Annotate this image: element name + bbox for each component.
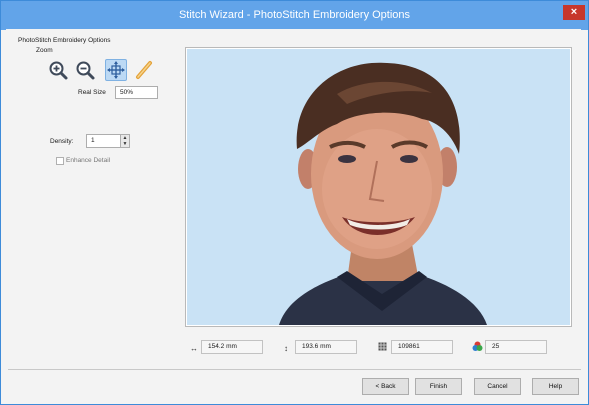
help-button[interactable]: Help [532, 378, 579, 395]
left-eye [338, 155, 356, 163]
right-eye [400, 155, 418, 163]
zoom-in-icon [49, 61, 68, 80]
density-value: 1 [91, 137, 95, 144]
zoom-out-icon [76, 61, 95, 80]
spin-down-icon[interactable]: ▼ [121, 141, 129, 147]
measure-icon [136, 61, 152, 79]
finish-button[interactable]: Finish [415, 378, 462, 395]
zoom-out-button[interactable] [74, 59, 96, 81]
width-icon: ↔ [190, 344, 198, 353]
portrait-embroidery-image [279, 62, 487, 325]
fit-to-window-icon [107, 61, 125, 79]
measure-button[interactable] [133, 59, 155, 81]
density-stepper[interactable]: 1 ▲ ▼ [86, 134, 130, 148]
enhance-detail-checkbox[interactable] [56, 157, 64, 165]
options-section-label: PhotoStitch Embroidery Options [18, 37, 111, 44]
enhance-detail-label: Enhance Detail [66, 157, 111, 164]
footer-separator [8, 369, 581, 370]
real-size-field[interactable]: 50% [115, 86, 158, 99]
cancel-button[interactable]: Cancel [474, 378, 521, 395]
density-label: Density: [50, 138, 74, 145]
stitch-count-field: 109861 [391, 340, 453, 354]
real-size-label: Real Size [78, 89, 106, 96]
zoom-in-button[interactable] [47, 59, 69, 81]
color-count-icon [472, 341, 483, 354]
embroidery-preview[interactable] [187, 49, 570, 325]
height-field: 193.6 mm [295, 340, 357, 354]
window-title: Stitch Wizard - PhotoStitch Embroidery O… [178, 9, 411, 21]
stitch-count-icon [378, 342, 387, 353]
height-icon: ↕ [284, 344, 288, 353]
zoom-label: Zoom [36, 47, 53, 54]
back-button[interactable]: < Back [362, 378, 409, 395]
width-field: 154.2 mm [201, 340, 263, 354]
fit-to-window-button[interactable] [105, 59, 127, 81]
close-button[interactable]: × [563, 5, 585, 20]
color-count-field: 25 [485, 340, 547, 354]
title-bar[interactable]: Stitch Wizard - PhotoStitch Embroidery O… [1, 1, 588, 30]
density-spinner[interactable]: ▲ ▼ [120, 135, 129, 147]
